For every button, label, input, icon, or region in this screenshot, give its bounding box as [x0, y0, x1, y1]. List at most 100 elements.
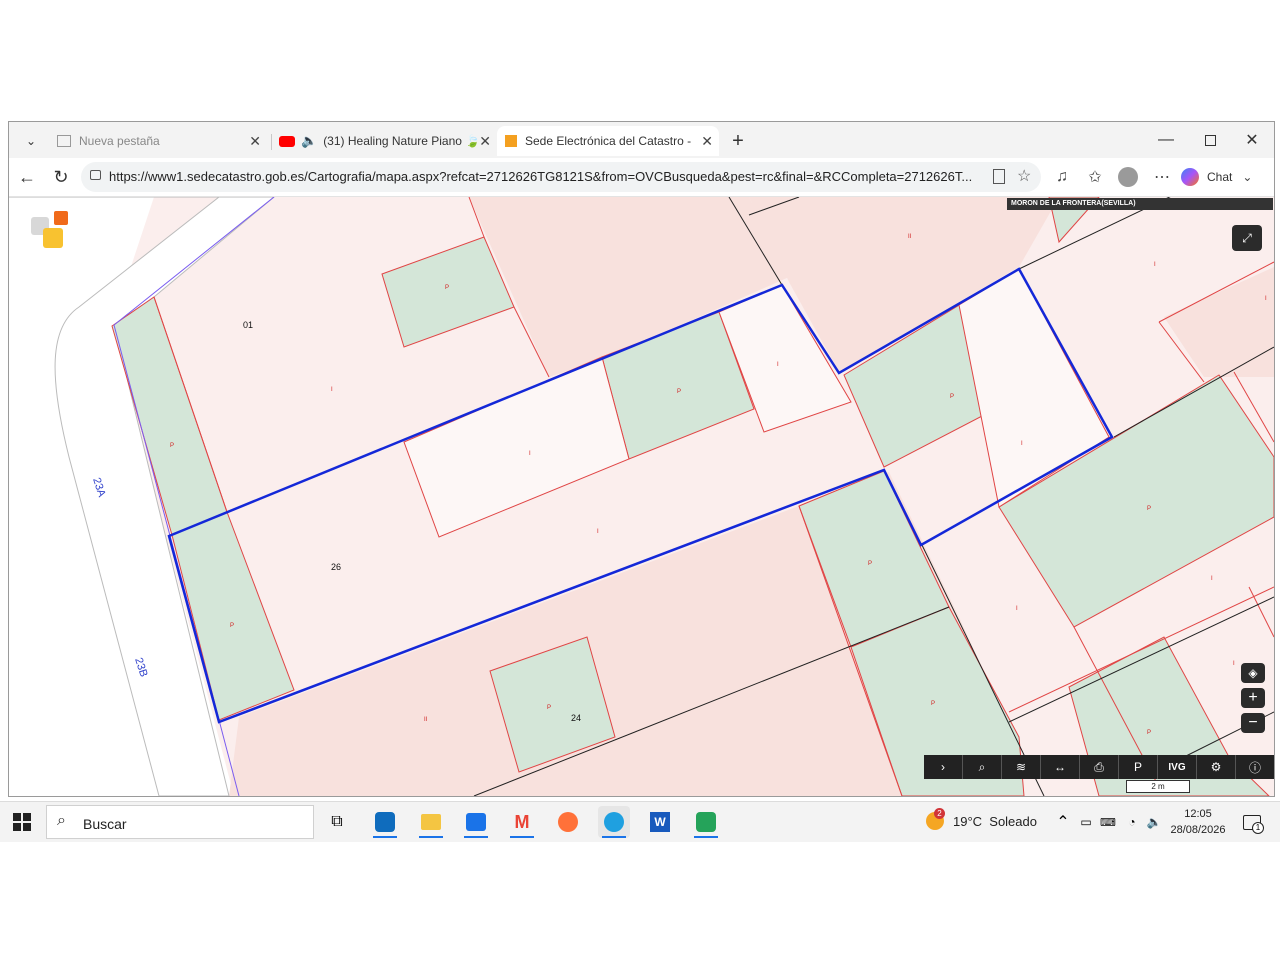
gmail-icon: M [514, 811, 530, 832]
close-icon: ✕ [1245, 132, 1259, 149]
minimize-button[interactable]: — [1144, 122, 1188, 158]
measure-icon: ↔ [1054, 760, 1066, 774]
task-view-button[interactable]: ⧉ [321, 806, 353, 838]
search-icon: ⌕ [57, 812, 66, 829]
url-field[interactable]: https://www1.sedecatastro.gob.es/Cartogr… [81, 162, 1041, 192]
info-tool-button[interactable]: ⓘ [1236, 755, 1274, 779]
measure-tool-button[interactable]: ↔ [1041, 755, 1080, 779]
edge-app[interactable] [598, 806, 630, 838]
new-tab-button[interactable]: + [725, 126, 751, 156]
chevron-down-icon: ⌄ [1242, 170, 1253, 184]
outlook-app[interactable] [460, 806, 492, 838]
back-button[interactable]: ← [13, 164, 41, 190]
file-explorer-app[interactable] [415, 806, 447, 838]
more-options-icon[interactable]: ⋯ [1149, 164, 1175, 190]
zoom-in-button[interactable]: + [1241, 688, 1265, 708]
volume-icon[interactable]: 🔈 [1142, 806, 1166, 838]
crosshair-icon: ◈ [1248, 666, 1258, 680]
parcel-code: P [1147, 506, 1151, 512]
parcel-number: 26 [331, 562, 341, 572]
expand-toolbar-button[interactable]: › [924, 755, 963, 779]
parcel-code: P [677, 389, 681, 395]
parking-icon: P [1133, 760, 1142, 774]
parcel-code: P [547, 705, 551, 711]
maximize-button[interactable] [1188, 122, 1232, 158]
ivg-tool-button[interactable]: IVG [1158, 755, 1197, 779]
profile-avatar[interactable] [1115, 164, 1141, 190]
parcel-code: P [1147, 730, 1151, 736]
address-bar: ← ↻ https://www1.sedecatastro.gob.es/Car… [9, 158, 1274, 197]
scale-bar: 2 m [1126, 780, 1190, 793]
media-control-icon[interactable]: ♫ [1049, 164, 1075, 190]
close-tab-icon[interactable]: ✕ [249, 133, 261, 150]
layers-tool-button[interactable]: ≋ [1002, 755, 1041, 779]
speaker-icon[interactable]: 🔈 [301, 133, 317, 149]
reader-mode-icon[interactable] [993, 169, 1005, 184]
favorites-icon[interactable]: ✩ [1082, 164, 1108, 190]
fullscreen-button[interactable]: ⤢ [1232, 225, 1262, 251]
close-tab-icon[interactable]: ✕ [701, 133, 713, 150]
meet-now-icon[interactable]: ▭ [1074, 806, 1098, 838]
notification-center[interactable]: 1 [1236, 806, 1268, 838]
gmail-app[interactable]: M [506, 806, 538, 838]
chevron-up-icon: ⌃ [1056, 814, 1070, 831]
parcel-number: 01 [243, 320, 253, 330]
minimize-icon: — [1158, 131, 1174, 148]
date-text: 28/08/2026 [1170, 824, 1226, 836]
start-button[interactable] [6, 806, 38, 838]
plus-icon: + [1248, 689, 1258, 706]
wifi-icon[interactable]: ◔ [1120, 806, 1144, 838]
favorite-star-icon[interactable]: ☆ [1017, 166, 1031, 186]
parcel-code: P [170, 443, 174, 449]
close-window-button[interactable]: ✕ [1230, 122, 1274, 158]
folder-icon [421, 814, 441, 830]
print-tool-button[interactable]: ⎙ [1080, 755, 1119, 779]
cadastral-map[interactable]: 23A 23B 01 26 24 P P P P P P P P P P I I… [9, 197, 1274, 796]
word-app[interactable]: W [644, 806, 676, 838]
refresh-button[interactable]: ↻ [47, 164, 75, 190]
search-tool-button[interactable]: ⌕ [963, 755, 1002, 779]
tab-title: Sede Electrónica del Catastro - Fo [525, 134, 695, 148]
map-canvas[interactable]: 23A 23B 01 26 24 P P P P P P P P P P I I… [9, 197, 1274, 796]
catastro-logo [31, 211, 71, 251]
print-icon: ⎙ [1094, 759, 1104, 774]
browser-window: ⌄ Nueva pestaña ✕ 🔈 (31) Healing Nature … [8, 121, 1275, 797]
objects-tool-button[interactable]: ⚙ [1197, 755, 1236, 779]
objects-icon: ⚙ [1210, 760, 1222, 774]
notification-count: 1 [1252, 822, 1264, 834]
ime-icon[interactable]: ⌨ [1096, 806, 1120, 838]
url-text[interactable]: https://www1.sedecatastro.gob.es/Cartogr… [109, 169, 979, 184]
firefox-app[interactable] [552, 806, 584, 838]
tab-title: Nueva pestaña [79, 134, 160, 148]
parcel-code: P [950, 394, 954, 400]
tab-new-tab[interactable]: Nueva pestaña ✕ [49, 126, 267, 156]
ivg-label: IVG [1168, 761, 1186, 773]
search-icon: ⌕ [978, 759, 986, 774]
locate-button[interactable]: ◈ [1241, 663, 1265, 683]
close-tab-icon[interactable]: ✕ [479, 133, 491, 150]
municipality-label: MORON DE LA FRONTERA(SEVILLA) [1007, 198, 1273, 210]
copilot-chat-button[interactable]: Chat ⌄ [1181, 164, 1261, 190]
bing-app[interactable] [369, 806, 401, 838]
windows-icon [13, 813, 31, 831]
whatsapp-app[interactable] [690, 806, 722, 838]
clock[interactable]: 12:05 28/08/2026 [1166, 806, 1230, 838]
zoom-out-button[interactable]: − [1241, 713, 1265, 733]
weather-text: 19°C Soleado [953, 814, 1037, 829]
tab-youtube[interactable]: 🔈 (31) Healing Nature Piano 🍃 ✕ [275, 126, 497, 156]
youtube-icon [279, 135, 295, 147]
parking-tool-button[interactable]: P [1119, 755, 1158, 779]
back-arrow-icon: ← [18, 166, 36, 187]
weather-widget[interactable]: 2 19°C Soleado [922, 808, 1052, 834]
show-hidden-icons[interactable]: ⌃ [1051, 806, 1075, 838]
taskbar-search[interactable]: ⌕ Buscar [46, 805, 314, 839]
expand-icon: ⤢ [1242, 230, 1252, 245]
tab-actions-button[interactable]: ⌄ [17, 126, 45, 156]
tab-catastro[interactable]: Sede Electrónica del Catastro - Fo ✕ [497, 126, 719, 156]
parcel-code: P [931, 701, 935, 707]
copilot-icon [1181, 168, 1199, 186]
task-view-icon: ⧉ [331, 813, 343, 830]
parcel-number: 24 [571, 713, 581, 723]
map-toolbar: › ⌕ ≋ ↔ ⎙ P IVG ⚙ ⓘ [924, 755, 1274, 779]
minus-icon: − [1248, 714, 1258, 731]
